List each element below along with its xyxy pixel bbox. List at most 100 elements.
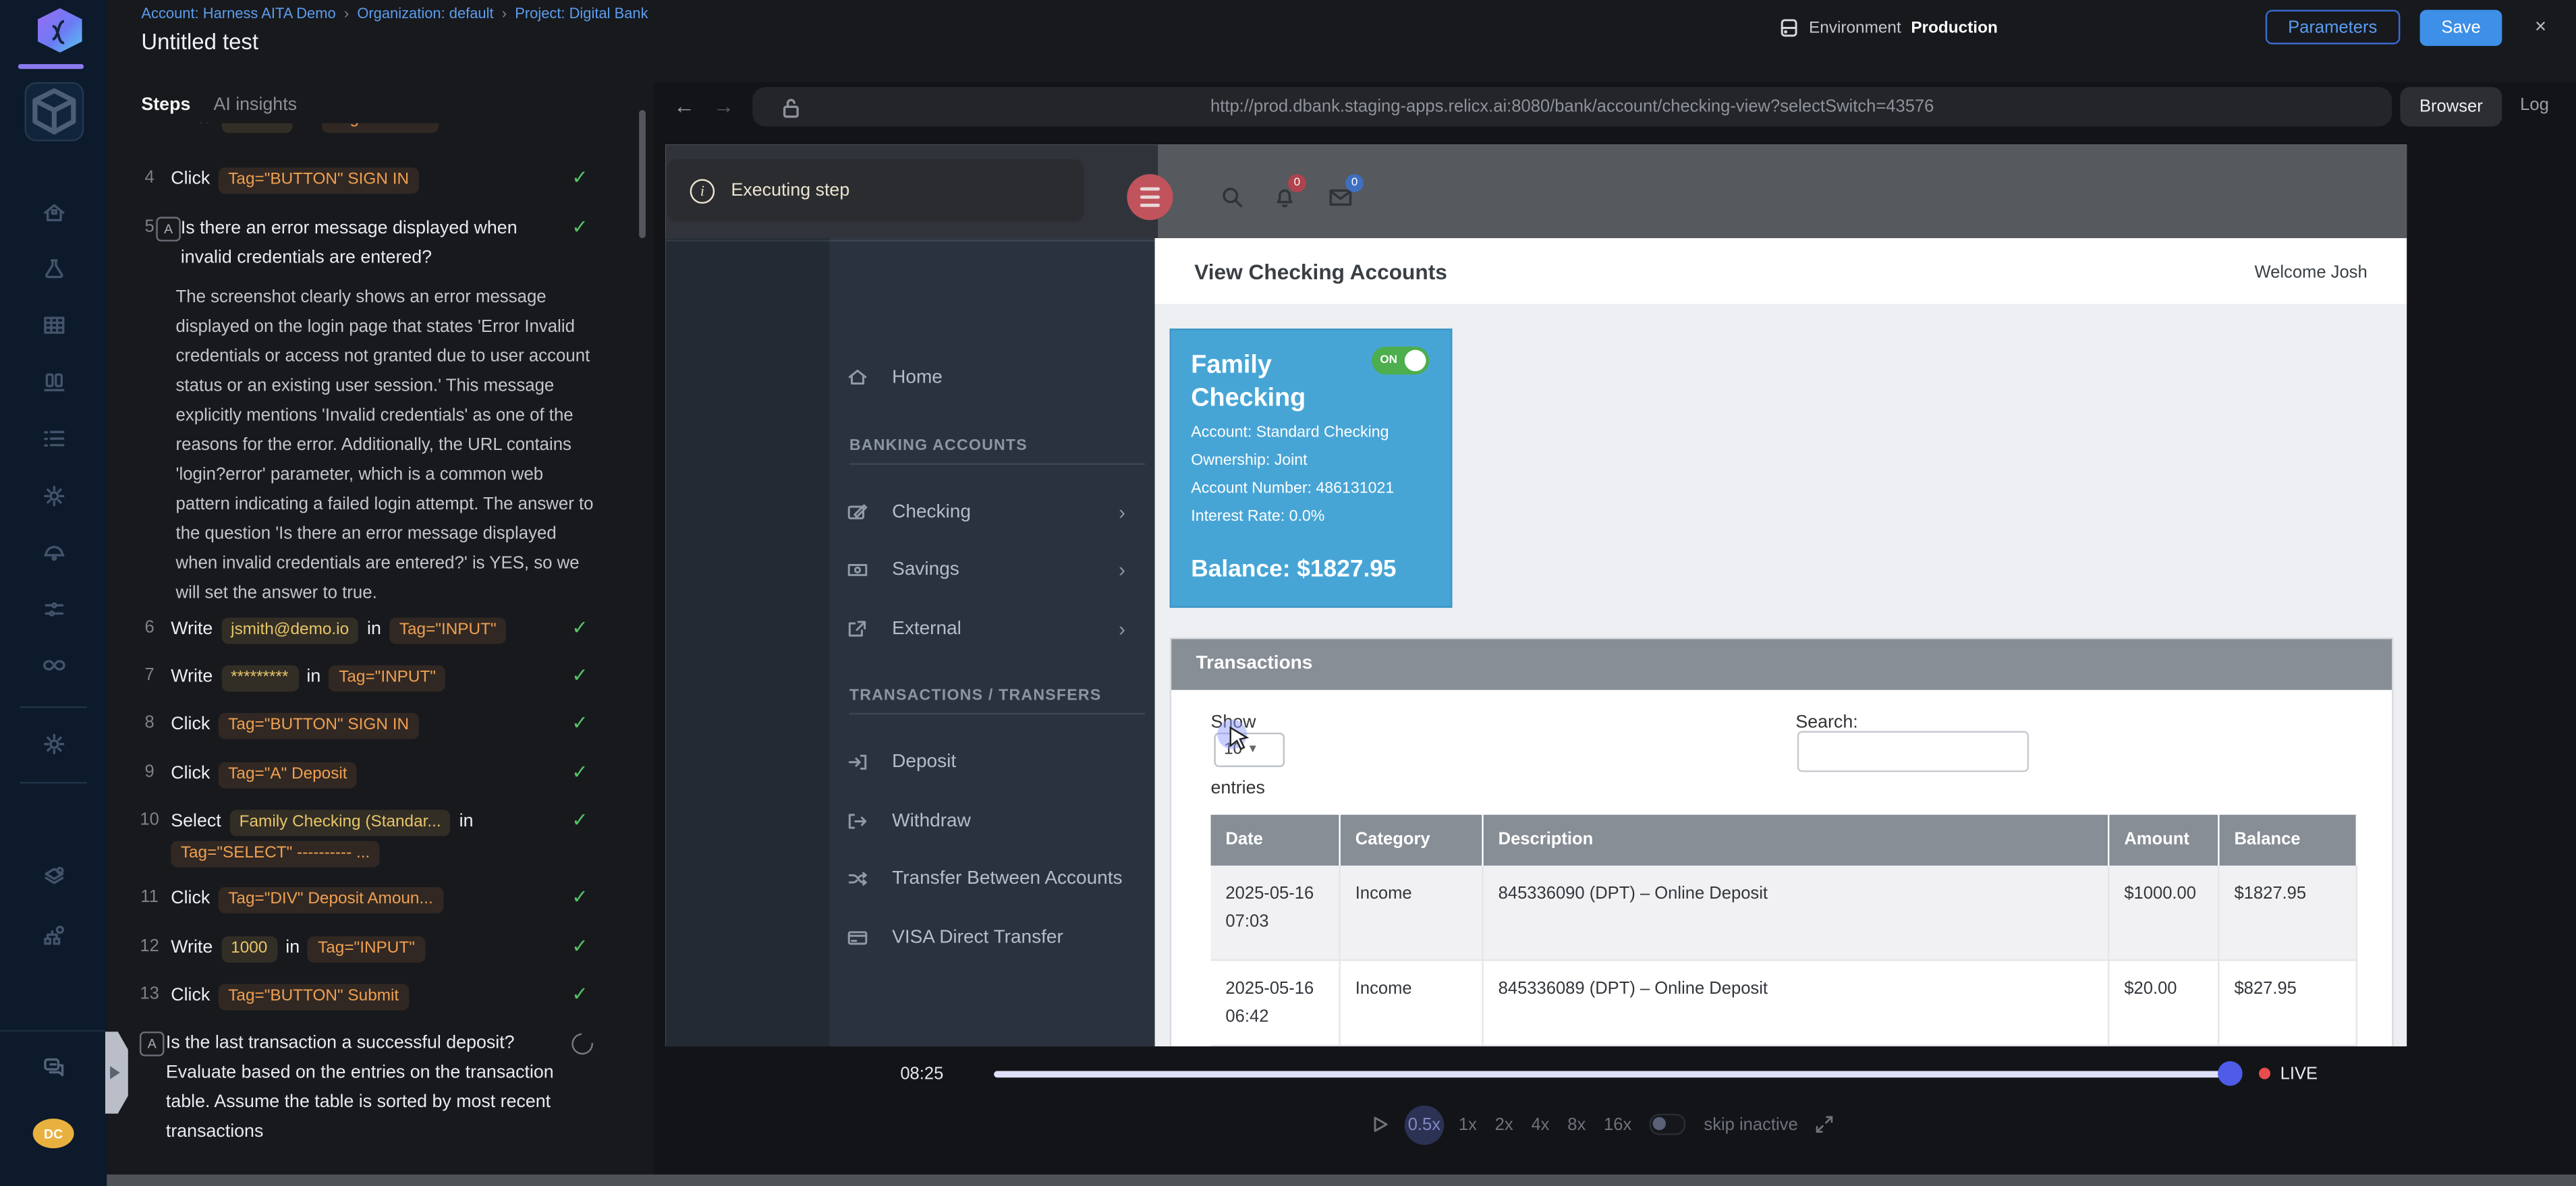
harness-logo-icon[interactable]	[38, 8, 82, 53]
speed-button-0.5x[interactable]: 0.5x	[1408, 1114, 1440, 1134]
table-header-row: DateCategoryDescriptionAmountBalance	[1211, 815, 2358, 866]
column-header[interactable]: Category	[1341, 815, 1484, 866]
nav-rail-item-incognito-icon[interactable]	[0, 532, 107, 571]
column-header[interactable]: Date	[1211, 815, 1341, 866]
browser-forward-icon[interactable]: →	[713, 94, 735, 119]
playback-time: 08:25	[900, 1065, 943, 1084]
pencil-icon	[846, 500, 869, 523]
breadcrumb-link[interactable]: Project: Digital Bank	[515, 5, 648, 21]
tab-steps[interactable]: Steps	[141, 95, 190, 115]
user-avatar[interactable]: DC	[33, 1119, 74, 1148]
sidebar-section-header: BANKING ACCOUNTS	[849, 436, 1028, 454]
browser-panel: ← → http://prod.dbank.staging-apps.relic…	[654, 82, 2576, 1186]
account-card[interactable]: Family Checking ON Account: Standard Che…	[1170, 329, 1453, 608]
speed-button-4x[interactable]: 4x	[1531, 1114, 1549, 1134]
help-chat-icon[interactable]	[0, 1048, 107, 1087]
cash-icon	[846, 559, 869, 582]
nav-rail-item-gear-icon[interactable]	[0, 476, 107, 515]
transactions-table: DateCategoryDescriptionAmountBalance2025…	[1211, 815, 2358, 1046]
tab-browser[interactable]: Browser	[2400, 87, 2502, 126]
nav-rail-item-board-icon[interactable]	[0, 363, 107, 402]
bank-content: View Checking Accounts Welcome Josh Fami…	[1155, 238, 2407, 1046]
tab-log[interactable]: Log	[2520, 95, 2549, 115]
playback-thumb[interactable]	[2218, 1061, 2243, 1086]
page-title: Untitled test	[141, 30, 258, 55]
nav-rail-item-layers-icon[interactable]	[0, 857, 107, 897]
live-label: LIVE	[2280, 1065, 2318, 1084]
nav-rail-item-grid-icon[interactable]	[0, 306, 107, 345]
bell-badge: 0	[1288, 174, 1306, 192]
steps-panel-collapse-handle[interactable]	[105, 1032, 128, 1114]
column-header[interactable]: Description	[1484, 815, 2110, 866]
speed-button-16x[interactable]: 16x	[1604, 1114, 1631, 1134]
environment-indicator: Environment Production	[1779, 18, 1998, 38]
home2-icon	[846, 366, 869, 389]
breadcrumb-link[interactable]: Organization: default	[357, 5, 493, 21]
transactions-title: Transactions	[1196, 654, 1313, 673]
external-icon	[846, 617, 869, 640]
breadcrumb-separator: ›	[502, 5, 507, 21]
nav-rail-item-chain-icon[interactable]	[0, 646, 107, 685]
skip-inactive-label: skip inactive	[1704, 1114, 1797, 1134]
nav-rail-item-pipes-icon[interactable]	[0, 590, 107, 629]
speed-button-2x[interactable]: 2x	[1495, 1114, 1513, 1134]
card-icon	[846, 926, 869, 949]
info-icon: i	[690, 178, 715, 203]
nav-rail-item-home-icon[interactable]	[0, 194, 107, 233]
steps-scrollbar[interactable]	[639, 110, 646, 238]
search-icon[interactable]	[1221, 186, 1243, 208]
toast-text: Executing step	[731, 181, 850, 200]
live-dot	[2259, 1068, 2270, 1079]
top-header: Account: Harness AITA Demo › Organization:…	[107, 0, 2576, 82]
fullscreen-icon[interactable]	[1816, 1115, 1834, 1133]
withdraw-icon	[846, 809, 869, 832]
table-row[interactable]: 2025-05-1606:42Income845336089 (DPT) – O…	[1211, 961, 2358, 1046]
search-input[interactable]	[1797, 731, 2029, 772]
transactions-panel: Transactions Show 10▼ entries Search: Da…	[1170, 638, 2394, 1046]
check-icon: ✓	[571, 215, 588, 238]
browser-back-icon[interactable]: ←	[673, 94, 695, 119]
nav-rail-item-sitemap-icon[interactable]	[0, 917, 107, 956]
account-detail-line: Account Number: 486131021	[1191, 480, 1394, 498]
account-toggle[interactable]: ON	[1372, 347, 1429, 374]
speed-button-1x[interactable]: 1x	[1459, 1114, 1477, 1134]
check-icon: ✓	[571, 166, 588, 189]
executing-step-toast: i Executing step	[667, 159, 1084, 222]
check-icon: ✓	[571, 934, 588, 957]
nav-rail-item-flask-icon[interactable]	[0, 250, 107, 289]
parameters-button[interactable]: Parameters	[2265, 10, 2400, 45]
mail-badge: 0	[1345, 174, 1364, 192]
breadcrumb-separator: ›	[344, 5, 349, 21]
breadcrumb-link[interactable]: Account: Harness AITA Demo	[141, 5, 335, 21]
sidebar-toggle-button[interactable]	[1127, 174, 1173, 220]
speed-button-8x[interactable]: 8x	[1567, 1114, 1586, 1134]
nav-rail-item-list-icon[interactable]	[0, 419, 107, 458]
breadcrumb[interactable]: Account: Harness AITA Demo › Organization:…	[141, 5, 648, 21]
playback-track[interactable]	[994, 1071, 2226, 1078]
column-header[interactable]: Amount	[2109, 815, 2219, 866]
app-window: DC Account: Harness AITA Demo › Organizati…	[0, 0, 2576, 1186]
live-browser-viewport[interactable]: Digital Bank 0 0 ? i Executing step Home…	[665, 144, 2407, 1046]
skip-inactive-toggle[interactable]	[1650, 1114, 1686, 1135]
check-icon: ✓	[571, 982, 588, 1005]
tab-ai-insights[interactable]: AI insights	[213, 95, 297, 115]
horizontal-scrollbar[interactable]	[107, 1175, 2576, 1186]
url-bar[interactable]: http://prod.dbank.staging-apps.relicx.ai…	[752, 87, 2392, 126]
environment-icon	[1779, 18, 1799, 38]
chevron-right-icon: ›	[1119, 500, 1125, 523]
nav-rail-item-cube-icon[interactable]	[25, 82, 84, 142]
content-title-band: View Checking Accounts Welcome Josh	[1155, 238, 2407, 304]
table-row[interactable]: 2025-05-1607:03Income845336090 (DPT) – O…	[1211, 866, 2358, 961]
account-balance: Balance: $1827.95	[1191, 557, 1396, 583]
check-icon: ✓	[571, 616, 588, 639]
column-header[interactable]: Balance	[2220, 815, 2358, 866]
play-icon[interactable]	[1372, 1115, 1390, 1133]
save-button[interactable]: Save	[2420, 10, 2502, 47]
check-icon: ✓	[571, 664, 588, 687]
close-icon[interactable]: ×	[2535, 15, 2546, 38]
account-detail-line: Account: Standard Checking	[1191, 424, 1389, 442]
sidebar-dim-overlay	[665, 238, 829, 1046]
nav-rail-item-settings-icon[interactable]	[0, 725, 107, 764]
lock-icon	[782, 97, 800, 117]
steps-list[interactable]: 3Write ******** in Tag="INPUT"✓4Click Ta…	[107, 123, 654, 1186]
